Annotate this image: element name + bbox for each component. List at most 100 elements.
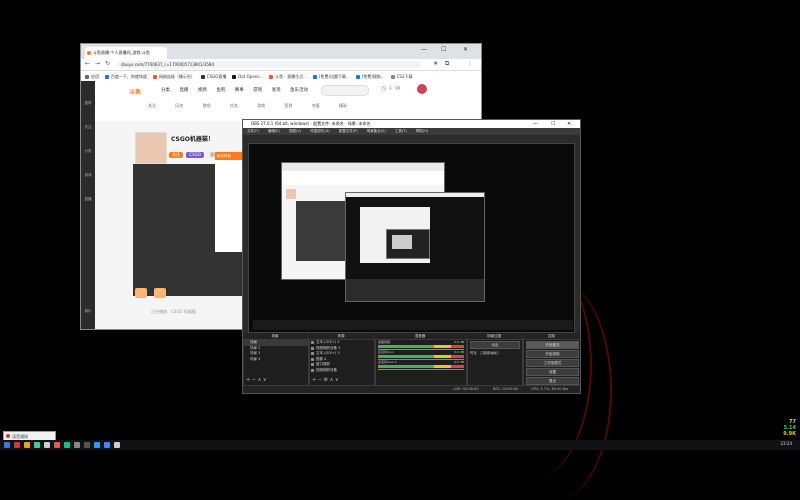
chat-header[interactable]: 粉丝特权 <box>215 152 245 160</box>
down-icon[interactable]: ∨ <box>263 377 267 383</box>
minimize-icon[interactable]: — <box>421 46 427 53</box>
source-item[interactable]: 视频捕获设备 <box>310 368 374 374</box>
duration-input[interactable]: 300 ms <box>480 351 500 355</box>
volume-meter <box>378 355 464 358</box>
chrome-icon[interactable] <box>104 442 110 448</box>
app-icon[interactable] <box>54 442 60 448</box>
start-recording-button[interactable]: 开始录制 <box>526 350 579 358</box>
maximize-icon[interactable]: ☐ <box>551 120 555 128</box>
history-icon[interactable]: ◷ <box>381 85 386 92</box>
menu-item[interactable]: 场景集合(S) <box>367 129 386 133</box>
back-icon[interactable]: ← <box>85 60 90 67</box>
category-item[interactable]: 精彩 <box>330 103 356 109</box>
remove-icon[interactable]: − <box>252 377 256 383</box>
add-icon[interactable]: + <box>312 377 316 383</box>
app-icon[interactable] <box>34 442 40 448</box>
menu-icon[interactable]: ⋮ <box>467 60 473 67</box>
obs-taskbar-icon[interactable] <box>84 442 90 448</box>
up-icon[interactable]: ∧ <box>330 377 334 383</box>
app-icon[interactable] <box>114 442 120 448</box>
star-icon[interactable]: ★ <box>433 60 438 67</box>
category-item[interactable]: 历史 <box>166 103 192 109</box>
menu-item[interactable]: 停靠部件(D) <box>310 129 329 133</box>
source-type-icon <box>311 352 314 355</box>
studio-mode-button[interactable]: 工作室模式 <box>526 359 579 367</box>
extensions-icon[interactable]: ⧉ <box>445 60 449 68</box>
user-avatar[interactable] <box>417 84 427 94</box>
remove-icon[interactable]: − <box>318 377 322 383</box>
download-icon[interactable]: ⇩ <box>388 85 393 92</box>
menu-item[interactable]: 编辑(E) <box>268 129 280 133</box>
category-item[interactable]: 鱼吧 <box>194 103 220 109</box>
obs-preview-canvas[interactable] <box>248 143 575 333</box>
app-icon[interactable] <box>24 442 30 448</box>
sidebar-item[interactable]: 直播 <box>81 197 95 202</box>
menu-item[interactable]: 配置文件(P) <box>339 129 358 133</box>
app-icon[interactable] <box>94 442 100 448</box>
douyu-favicon-icon <box>87 51 91 55</box>
scene-item[interactable]: 场景 4 <box>244 357 308 363</box>
sidebar-item[interactable]: 推荐 <box>81 101 95 106</box>
category-item[interactable]: 关注 <box>139 103 165 109</box>
volume-meter <box>378 345 464 348</box>
channel-db: 0.0 dB <box>454 340 464 344</box>
forward-icon[interactable]: → <box>95 60 100 67</box>
gift-icon[interactable] <box>135 288 147 298</box>
down-icon[interactable]: ∨ <box>335 377 339 383</box>
close-icon[interactable]: ✕ <box>463 46 468 53</box>
volume-meter <box>378 365 464 368</box>
nav-item[interactable]: 直播 <box>179 88 188 93</box>
gift-bar <box>135 288 172 299</box>
menu-item[interactable]: 视图(V) <box>289 129 301 133</box>
category-item[interactable]: 充值 <box>303 103 329 109</box>
nav-item[interactable]: 发现 <box>272 88 281 93</box>
up-icon[interactable]: ∧ <box>258 377 262 383</box>
sidebar-item[interactable]: 分类 <box>81 149 95 154</box>
app-icon[interactable] <box>14 442 20 448</box>
channel-label: 桌面音频 <box>378 340 391 344</box>
app-icon[interactable] <box>74 442 80 448</box>
nav-item[interactable]: 视频 <box>198 88 207 93</box>
nav-item[interactable]: 赛事 <box>235 88 244 93</box>
start-streaming-button[interactable]: 开始推流 <box>526 341 579 349</box>
app-icon[interactable] <box>44 442 50 448</box>
sidebar-item[interactable]: 娱乐 <box>81 309 95 314</box>
follow-button[interactable]: 关注 <box>169 152 183 158</box>
taskbar-clock[interactable]: 23:24 <box>780 441 792 446</box>
nav-item[interactable]: 游戏 <box>253 88 262 93</box>
close-icon[interactable]: ✕ <box>567 120 571 128</box>
source-toolbar: + − ⚙ ∧ ∨ <box>312 377 339 383</box>
settings-button[interactable]: 设置 <box>526 368 579 376</box>
menu-item[interactable]: 工具(T) <box>395 129 407 133</box>
obs-titlebar: OBS 27.0.1 (64 bit, windows) - 配置文件: 未命名… <box>243 120 580 128</box>
record-dot-icon <box>6 434 10 438</box>
add-icon[interactable]: + <box>246 377 250 383</box>
category-item[interactable]: 任务 <box>221 103 247 109</box>
browser-tab[interactable]: 斗鱼直播-个人直播间_游戏-斗鱼 <box>85 47 167 59</box>
sidebar-item[interactable]: 游戏 <box>81 173 95 178</box>
message-icon[interactable]: ✉ <box>395 85 400 92</box>
maximize-icon[interactable]: ☐ <box>441 46 446 53</box>
sidebar-item[interactable]: 关注 <box>81 125 95 130</box>
start-icon[interactable] <box>4 442 10 448</box>
volume-slider[interactable] <box>378 368 464 370</box>
app-icon[interactable] <box>64 442 70 448</box>
category-item[interactable]: 签到 <box>275 103 301 109</box>
nav-item[interactable]: 鱼乐活动 <box>290 88 308 93</box>
streamer-avatar[interactable] <box>135 132 167 164</box>
category-item[interactable]: 游戏 <box>248 103 274 109</box>
exit-button[interactable]: 退出 <box>526 377 579 385</box>
douyu-logo[interactable]: 斗鱼 <box>129 87 141 96</box>
minimize-icon[interactable]: — <box>533 120 538 128</box>
menu-item[interactable]: 文件(F) <box>247 129 259 133</box>
gear-icon[interactable]: ⚙ <box>324 377 328 383</box>
reload-icon[interactable]: ↻ <box>105 60 110 67</box>
transition-select[interactable]: 淡出 <box>470 341 520 349</box>
nav-item[interactable]: 鱼吧 <box>216 88 225 93</box>
gift-icon[interactable] <box>154 288 167 298</box>
url-input[interactable]: douyu.com/7740637_r=1700005713801/3584 <box>117 61 421 68</box>
menu-item[interactable]: 帮助(H) <box>416 129 428 133</box>
nav-item[interactable]: 分类 <box>161 88 170 93</box>
rec-timer: REC: 00:00:00 <box>493 387 519 391</box>
site-search-input[interactable] <box>321 85 369 96</box>
